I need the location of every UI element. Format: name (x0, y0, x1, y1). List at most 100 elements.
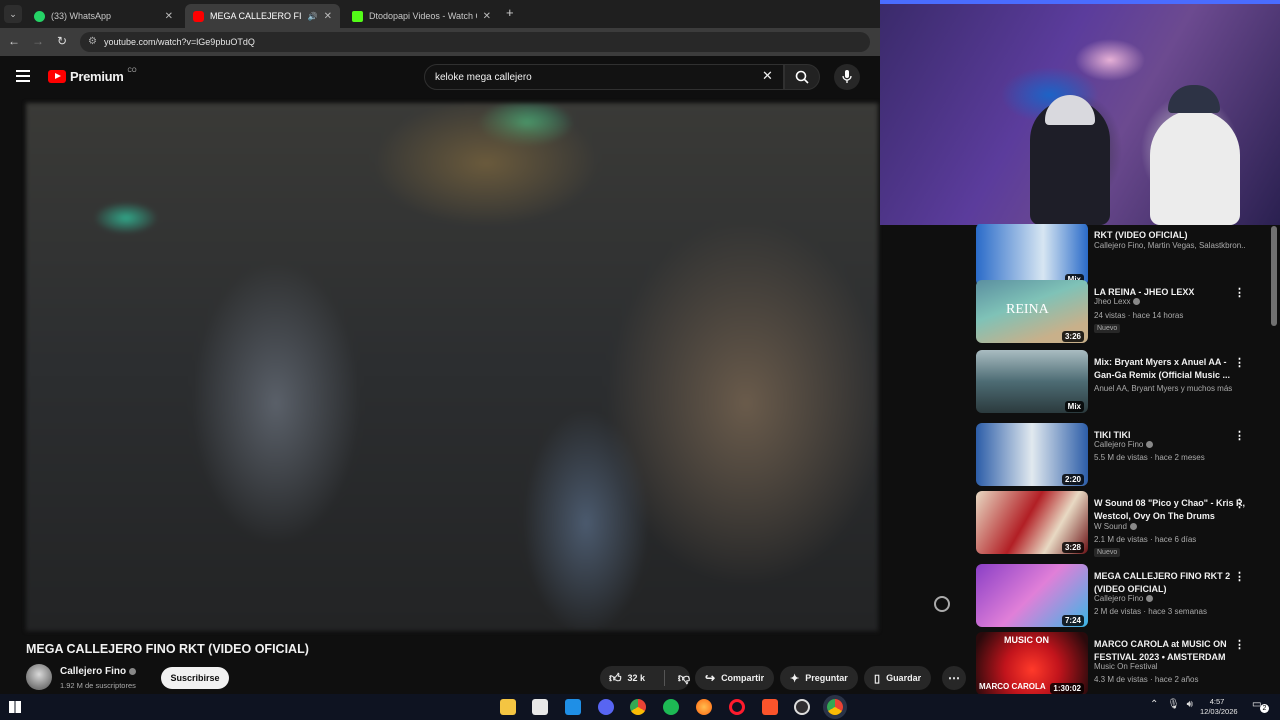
tab-youtube-active[interactable]: MEGA CALLEJERO FINO RK 🔊 ✕ (185, 4, 340, 28)
search-button[interactable] (784, 64, 820, 90)
channel-name[interactable]: W Sound (1094, 522, 1246, 531)
channel-label: W Sound (1094, 522, 1127, 531)
more-options-icon[interactable]: ⋮ (1234, 286, 1245, 299)
chrome-profile-icon[interactable] (827, 699, 843, 715)
notification-center[interactable]: ▭ 2 (1252, 699, 1269, 715)
system-tray[interactable]: ⌃ 🎙︎ 🔊︎ (1150, 699, 1193, 710)
youtube-logo[interactable]: Premium CO (48, 68, 137, 84)
channel-name[interactable]: Callejero Fino (60, 666, 137, 677)
share-button[interactable]: ↪ Compartir (695, 666, 775, 690)
video-title[interactable]: Mix: Bryant Myers x Anuel AA - Gan-Ga Re… (1094, 356, 1246, 382)
channel-label: Callejero Fino (60, 666, 127, 677)
share-icon: ↪ (705, 671, 716, 685)
channel-name[interactable]: Callejero Fino (1094, 440, 1246, 449)
like-button[interactable]: 👍︎ 32 k (600, 671, 658, 686)
led-strip (880, 0, 1280, 4)
new-badge: Nuevo (1094, 324, 1121, 333)
obs-icon[interactable] (794, 699, 810, 715)
url-text: youtube.com/watch?v=lGe9pbuOTdQ (104, 37, 255, 47)
channel-watermark-icon[interactable] (934, 596, 950, 612)
scrollbar[interactable] (1271, 226, 1277, 326)
video-title[interactable]: MEGA CALLEJERO FINO RKT 2 (VIDEO OFICIAL… (1094, 570, 1246, 596)
thumbs-up-icon: 👍︎ (609, 670, 622, 685)
mail-icon[interactable] (565, 699, 581, 715)
close-tab-icon[interactable]: ✕ (483, 11, 491, 22)
avatar[interactable] (26, 664, 52, 690)
chevron-up-icon[interactable]: ⌃ (1150, 699, 1158, 710)
video-meta: 5.5 M de vistas · hace 2 meses (1094, 453, 1205, 462)
list-item[interactable]: Mix Mix: Bryant Myers x Anuel AA - Gan-G… (976, 350, 1266, 416)
channel-label: Jheo Lexx (1094, 297, 1131, 306)
more-options-icon[interactable]: ⋮ (1234, 638, 1245, 651)
reload-icon[interactable]: ↻ (54, 34, 70, 48)
list-item[interactable]: 3:28 W Sound 08 "Pico y Chao" - Kris R, … (976, 491, 1266, 557)
video-meta: 24 vistas · hace 14 horas (1094, 311, 1184, 320)
ask-label: Preguntar (805, 673, 848, 683)
ask-button[interactable]: ✦ Preguntar (780, 666, 858, 690)
list-item[interactable]: 7:24 MEGA CALLEJERO FINO RKT 2 (VIDEO OF… (976, 564, 1266, 630)
clock-date: 12/03/2026 (1200, 707, 1238, 716)
person-right-cap (1168, 85, 1220, 113)
brave-icon[interactable] (762, 699, 778, 715)
channel-name[interactable]: Callejero Fino, Martin Vegas, Salastkbro… (1094, 241, 1246, 250)
more-options-icon[interactable]: ⋮ (1234, 570, 1245, 583)
channel-name[interactable]: Jheo Lexx (1094, 297, 1246, 306)
duration-badge: 1:30:02 (1050, 683, 1084, 694)
video-player[interactable] (26, 103, 878, 631)
store-icon[interactable] (532, 699, 548, 715)
more-actions-button[interactable]: ⋯ (942, 666, 966, 690)
search-icon (795, 70, 809, 84)
firefox-icon[interactable] (696, 699, 712, 715)
voice-search-button[interactable] (834, 64, 860, 90)
more-options-icon[interactable]: ⋮ (1234, 497, 1245, 510)
file-explorer-icon[interactable] (500, 699, 516, 715)
video-title[interactable]: W Sound 08 "Pico y Chao" - Kris R, Westc… (1094, 497, 1246, 523)
discord-icon[interactable] (598, 699, 614, 715)
channel-name[interactable]: Anuel AA, Bryant Myers y muchos más (1094, 384, 1246, 393)
site-info-icon[interactable]: ⚙ (88, 36, 97, 47)
chrome-icon[interactable] (630, 699, 646, 715)
subscribe-button[interactable]: Suscribirse (161, 667, 229, 689)
list-item[interactable]: MUSIC ON MARCO CAROLA 1:30:02 MARCO CARO… (976, 632, 1266, 694)
verified-icon (1129, 523, 1137, 530)
windows-start-icon[interactable] (9, 701, 21, 713)
search-input[interactable]: keloke mega callejero (424, 64, 784, 90)
spotify-icon[interactable] (663, 699, 679, 715)
channel-name[interactable]: Music On Festival (1094, 662, 1246, 671)
thumbs-down-icon: 👎︎ (677, 670, 690, 685)
whatsapp-icon (34, 10, 45, 22)
clock[interactable]: 4:57 12/03/2026 (1200, 697, 1238, 717)
video-title[interactable]: MARCO CAROLA at MUSIC ON FESTIVAL 2023 •… (1094, 638, 1246, 664)
kick-icon (352, 10, 363, 22)
share-label: Compartir (721, 673, 765, 683)
tab-search-dropdown[interactable]: ⌄ (4, 5, 22, 23)
microphone-icon[interactable]: 🎙︎ (1167, 699, 1180, 710)
duration-badge: 3:26 (1061, 331, 1084, 342)
tab-kick[interactable]: Dtodopapi Videos - Watch On ✕ (344, 4, 499, 28)
more-options-icon[interactable]: ⋮ (1234, 429, 1245, 442)
menu-icon[interactable] (16, 70, 30, 85)
back-icon[interactable]: ← (6, 34, 22, 48)
new-tab-button[interactable]: + (506, 5, 514, 20)
speaker-icon[interactable]: 🔊 (308, 12, 318, 21)
volume-icon[interactable]: 🔊︎ (1187, 699, 1193, 710)
person-left-cap (1045, 95, 1095, 125)
dislike-button[interactable]: 👎︎ (671, 671, 690, 686)
video-meta: 2 M de vistas · hace 3 semanas (1094, 607, 1207, 616)
list-item[interactable]: 2:20 TIKI TIKI Callejero Fino 5.5 M de v… (976, 423, 1266, 489)
url-field[interactable]: ⚙ youtube.com/watch?v=lGe9pbuOTdQ (80, 32, 870, 52)
save-button[interactable]: ▯ Guardar (864, 666, 932, 690)
close-tab-icon[interactable]: ✕ (324, 11, 332, 22)
opera-icon[interactable] (729, 699, 745, 715)
verified-icon (1146, 595, 1154, 602)
close-tab-icon[interactable]: ✕ (165, 11, 173, 22)
more-options-icon[interactable]: ⋮ (1234, 356, 1245, 369)
more-horizontal-icon: ⋯ (948, 671, 960, 685)
clear-search-icon[interactable]: ✕ (762, 68, 773, 84)
forward-icon[interactable]: → (30, 34, 46, 48)
channel-name[interactable]: Callejero Fino (1094, 594, 1246, 603)
duration-badge: 7:24 (1061, 615, 1084, 626)
list-item[interactable]: REINA 3:26 LA REINA - JHEO LEXX Jheo Lex… (976, 280, 1266, 346)
tab-whatsapp[interactable]: (33) WhatsApp ✕ (26, 4, 181, 28)
microphone-icon (842, 70, 852, 83)
